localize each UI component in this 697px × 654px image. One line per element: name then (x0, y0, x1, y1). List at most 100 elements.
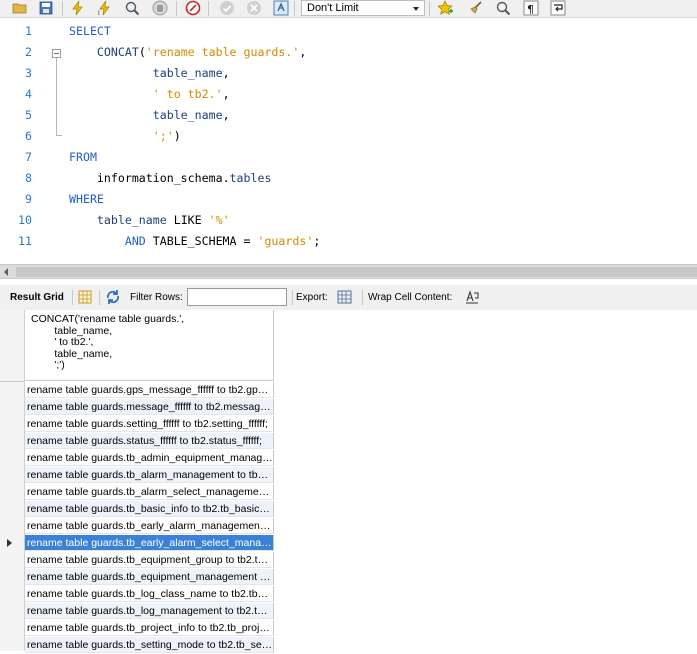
code-line[interactable]: 1 SELECT (0, 21, 697, 42)
toolbar-separator (176, 1, 177, 16)
code-line[interactable]: 8 information_schema.tables (0, 168, 697, 189)
table-row[interactable]: rename table guards.tb_project_info to t… (25, 620, 275, 637)
table-row[interactable]: rename table guards.tb_alarm_management … (25, 467, 275, 484)
table-cell[interactable]: rename table guards.tb_equipment_group t… (25, 552, 274, 568)
explain-magnifier-icon[interactable] (123, 0, 141, 17)
limit-rows-select[interactable]: Don't Limit (301, 0, 425, 16)
filter-rows-label: Filter Rows: (130, 292, 183, 303)
table-row[interactable]: rename table guards.tb_alarm_select_mana… (25, 484, 275, 501)
open-folder-icon[interactable] (11, 0, 29, 17)
table-cell[interactable]: rename table guards.tb_equipment_managem… (25, 569, 274, 585)
table-row[interactable]: rename table guards.tb_early_alarm_manag… (25, 518, 275, 535)
code-token: ) (173, 129, 181, 143)
column-header[interactable]: CONCAT('rename table guards.', table_nam… (25, 310, 274, 381)
toolbar-separator (99, 290, 100, 305)
table-row[interactable]: rename table guards.setting_ffffff to tb… (25, 416, 275, 433)
code-line[interactable]: 6 ';') (0, 126, 697, 147)
code-line[interactable]: 2 CONCAT('rename table guards.', (0, 42, 697, 63)
scrollbar-thumb[interactable] (16, 267, 697, 277)
filter-rows-input[interactable] (187, 288, 287, 306)
table-row[interactable]: rename table guards.tb_admin_equipment_m… (25, 450, 275, 467)
code-token: TABLE_SCHEMA = (145, 234, 258, 248)
sql-editor[interactable]: 1 SELECT 2 CONCAT('rename table guards.', 3… (0, 18, 697, 264)
code-line[interactable]: 10 table_name LIKE '%' (0, 210, 697, 231)
code-text: CONCAT('rename table guards.', (69, 42, 306, 63)
table-row[interactable]: rename table guards.tb_log_management to… (25, 603, 275, 620)
word-wrap-icon[interactable] (549, 0, 567, 17)
code-line[interactable]: 11 AND TABLE_SCHEMA = 'guards'; (0, 231, 697, 252)
limit-rows-value: Don't Limit (307, 2, 359, 14)
code-token: table_name (69, 213, 167, 227)
result-grid-toolbar: Result Grid Filter Rows: Export: Wrap Ce… (0, 285, 697, 311)
export-grid-icon[interactable] (337, 289, 353, 305)
code-text: WHERE (69, 189, 104, 210)
line-number: 3 (25, 66, 32, 80)
sql-editor-toolbar: I Don't Limit ¶ (0, 0, 697, 18)
add-snippet-star-icon[interactable] (436, 0, 454, 17)
table-row[interactable]: rename table guards.gps_message_ffffff t… (25, 382, 275, 399)
line-number: 5 (25, 108, 32, 122)
table-cell[interactable]: rename table guards.tb_basic_info to tb2… (25, 501, 274, 517)
table-cell[interactable]: rename table guards.tb_alarm_management … (25, 467, 274, 483)
code-token: ';' (69, 129, 174, 143)
table-cell[interactable]: rename table guards.tb_project_info to t… (25, 620, 274, 636)
toolbar-separator (292, 290, 293, 305)
beautify-broom-icon[interactable] (467, 0, 485, 17)
code-token: FROM (69, 150, 97, 164)
code-token: LIKE (166, 213, 209, 227)
table-row[interactable]: rename table guards.tb_basic_info to tb2… (25, 501, 275, 518)
table-cell[interactable]: rename table guards.tb_log_management to… (25, 603, 274, 619)
save-icon[interactable] (37, 0, 55, 17)
code-token: 'rename table guards.' (145, 45, 300, 59)
code-text: table_name, (69, 105, 230, 126)
table-cell[interactable]: rename table guards.status_ffffff to tb2… (25, 433, 274, 449)
code-token: information_schema (69, 171, 223, 185)
table-cell[interactable]: rename table guards.tb_early_alarm_selec… (25, 535, 274, 551)
line-number: 7 (25, 150, 32, 164)
table-row[interactable]: rename table guards.tb_equipment_group t… (25, 552, 275, 569)
refresh-icon[interactable] (105, 289, 121, 305)
table-row[interactable]: rename table guards.message_ffffff to tb… (25, 399, 275, 416)
code-line[interactable]: 3 table_name, (0, 63, 697, 84)
grid-layout-icon[interactable] (77, 289, 93, 305)
code-text: ';') (69, 126, 181, 147)
table-row[interactable]: rename table guards.tb_setting_mode to t… (25, 637, 275, 654)
code-line[interactable]: 4 ' to tb2.', (0, 84, 697, 105)
code-text: information_schema.tables (69, 168, 272, 189)
table-row[interactable]: rename table guards.status_ffffff to tb2… (25, 433, 275, 450)
table-row[interactable]: rename table guards.tb_log_class_name to… (25, 586, 275, 603)
code-line[interactable]: 9 WHERE (0, 189, 697, 210)
invisible-chars-pilcrow-icon[interactable]: ¶ (522, 0, 540, 17)
code-token: AND (69, 234, 146, 248)
export-label: Export: (296, 292, 328, 303)
editor-horizontal-scrollbar[interactable] (0, 264, 697, 279)
code-line[interactable]: 7 FROM (0, 147, 697, 168)
table-cell[interactable]: rename table guards.setting_ffffff to tb… (25, 416, 274, 432)
result-grid[interactable]: CONCAT('rename table guards.', table_nam… (0, 310, 697, 654)
code-line[interactable]: 5 table_name, (0, 105, 697, 126)
code-token: , (222, 66, 230, 80)
wrap-cell-content-icon[interactable] (464, 289, 480, 305)
table-cell[interactable]: rename table guards.tb_admin_equipment_m… (25, 450, 274, 466)
table-row[interactable]: rename table guards.tb_early_alarm_selec… (25, 535, 275, 552)
stop-hand-icon[interactable] (151, 0, 169, 17)
table-cell[interactable]: rename table guards.message_ffffff to tb… (25, 399, 274, 415)
table-cell[interactable]: rename table guards.tb_log_class_name to… (25, 586, 274, 602)
toolbar-separator (429, 1, 430, 16)
code-token: tables (229, 171, 272, 185)
rollback-icon[interactable] (245, 0, 263, 17)
execute-lightning-icon[interactable] (69, 0, 87, 17)
autocommit-icon[interactable] (272, 0, 290, 17)
commit-icon[interactable] (218, 0, 236, 17)
scroll-left-arrow-icon[interactable] (4, 268, 8, 276)
code-token: SELECT (69, 24, 111, 38)
line-number: 10 (18, 213, 32, 227)
table-row[interactable]: rename table guards.tb_equipment_managem… (25, 569, 275, 586)
table-cell[interactable]: rename table guards.gps_message_ffffff t… (25, 382, 274, 398)
grid-corner-cell (0, 310, 24, 382)
find-magnifier-icon[interactable] (494, 0, 512, 17)
execute-current-icon[interactable]: I (96, 0, 114, 17)
table-cell[interactable]: rename table guards.tb_early_alarm_manag… (25, 518, 274, 534)
toggle-continue-on-error-icon[interactable] (184, 0, 202, 17)
table-cell[interactable]: rename table guards.tb_alarm_select_mana… (25, 484, 274, 500)
